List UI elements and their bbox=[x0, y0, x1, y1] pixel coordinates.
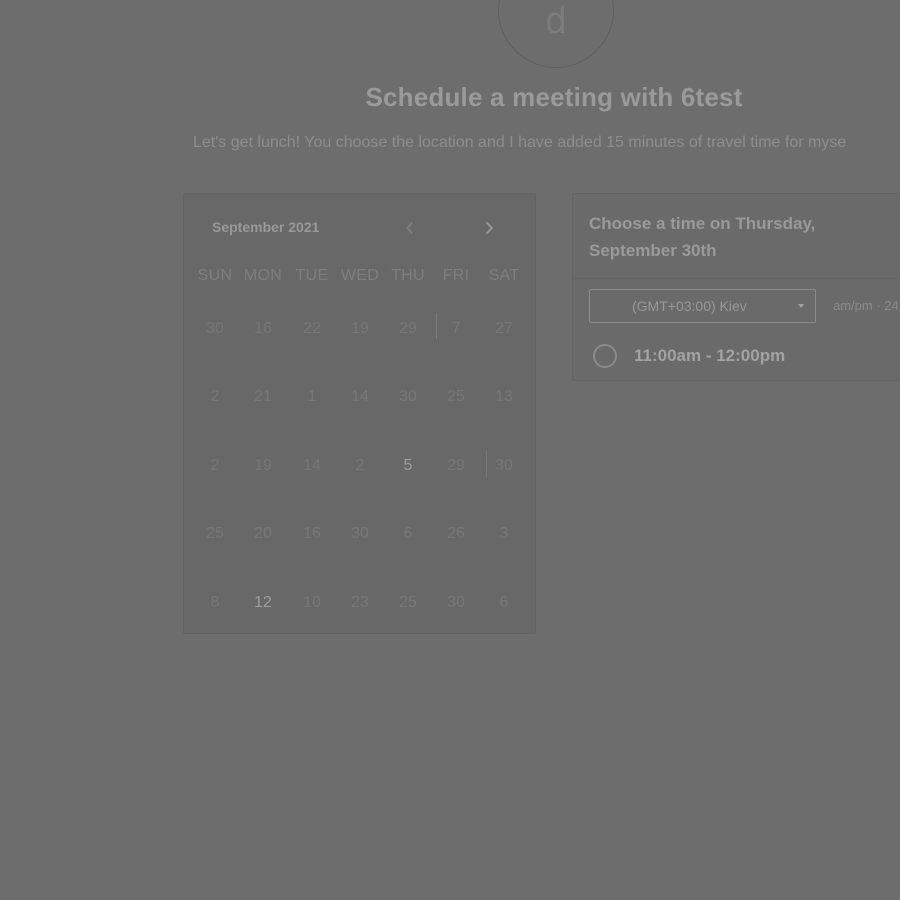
calendar-day[interactable]: 14 bbox=[290, 457, 334, 475]
page-description: Let's get lunch! You choose the location… bbox=[193, 134, 847, 151]
chevron-right-icon bbox=[486, 222, 493, 234]
calendar-day[interactable]: 27 bbox=[482, 320, 526, 338]
calendar-day[interactable]: 2 bbox=[338, 457, 382, 475]
calendar-day[interactable]: 7 bbox=[434, 320, 478, 338]
time-slot-label: 11:00am - 12:00pm bbox=[634, 346, 786, 365]
calendar-day[interactable]: 12 bbox=[241, 594, 285, 612]
avatar-letter: d bbox=[545, 0, 567, 42]
chevron-left-icon bbox=[406, 222, 413, 234]
calendar-day[interactable]: 30 bbox=[434, 594, 478, 612]
day-marker bbox=[436, 313, 437, 339]
calendar-day[interactable]: 30 bbox=[482, 457, 526, 475]
calendar-day[interactable]: 29 bbox=[386, 320, 430, 338]
timezone-select[interactable]: (GMT+03:00) Kiev bbox=[589, 289, 816, 323]
weekday-label: SUN bbox=[197, 267, 233, 284]
calendar-day[interactable]: 6 bbox=[482, 594, 526, 612]
calendar-day[interactable]: 29 bbox=[434, 457, 478, 475]
day-marker bbox=[486, 451, 487, 477]
calendar-day[interactable]: 6 bbox=[386, 525, 430, 543]
weekday-label: SAT bbox=[488, 267, 520, 284]
calendar-day[interactable]: 25 bbox=[386, 594, 430, 612]
calendar-day[interactable]: 14 bbox=[338, 388, 382, 406]
calendar-day[interactable]: 16 bbox=[290, 525, 334, 543]
calendar-day[interactable]: 2 bbox=[193, 388, 237, 406]
calendar-day[interactable]: 2 bbox=[193, 457, 237, 475]
calendar-day[interactable]: 19 bbox=[241, 457, 285, 475]
calendar-day[interactable]: 30 bbox=[193, 320, 237, 338]
calendar-day[interactable]: 8 bbox=[193, 594, 237, 612]
next-month-button[interactable] bbox=[477, 216, 501, 240]
calendar-day[interactable]: 30 bbox=[386, 388, 430, 406]
time-selection-heading: Choose a time on Thursday, September 30t… bbox=[589, 214, 816, 260]
calendar-day[interactable]: 25 bbox=[193, 525, 237, 543]
calendar-day[interactable]: 22 bbox=[290, 320, 334, 338]
calendar-day[interactable]: 3 bbox=[482, 525, 526, 543]
calendar-day[interactable]: 10 bbox=[290, 594, 334, 612]
calendar-day[interactable]: 26 bbox=[434, 525, 478, 543]
weekday-label: WED bbox=[340, 267, 380, 284]
page-title: Schedule a meeting with 6test bbox=[365, 82, 743, 112]
calendar-month-label: September 2021 bbox=[212, 219, 320, 235]
calendar-day[interactable]: 5 bbox=[386, 457, 430, 475]
weekday-label: THU bbox=[391, 267, 425, 284]
caret-down-icon bbox=[798, 304, 804, 308]
avatar: d bbox=[498, 0, 614, 68]
timezone-value: (GMT+03:00) Kiev bbox=[632, 298, 747, 314]
time-selection-panel: Choose a time on Thursday, September 30t… bbox=[572, 193, 900, 381]
calendar-panel: September 2021 SUN MON TUE WED THU FRI SAT 30 1… bbox=[183, 193, 536, 634]
weekday-label: TUE bbox=[295, 267, 329, 284]
weekday-label: MON bbox=[243, 267, 283, 284]
calendar-day[interactable]: 1 bbox=[290, 388, 334, 406]
panel-divider bbox=[573, 278, 900, 279]
calendar-day[interactable]: 23 bbox=[338, 594, 382, 612]
calendar-day[interactable]: 21 bbox=[241, 388, 285, 406]
radio-button[interactable] bbox=[593, 344, 617, 368]
calendar-day[interactable]: 19 bbox=[338, 320, 382, 338]
previous-month-button[interactable] bbox=[398, 216, 422, 240]
weekday-label: FRI bbox=[442, 267, 470, 284]
calendar-day[interactable]: 20 bbox=[241, 525, 285, 543]
calendar-day[interactable]: 16 bbox=[241, 320, 285, 338]
calendar-day[interactable]: 13 bbox=[482, 388, 526, 406]
calendar-day[interactable]: 25 bbox=[434, 388, 478, 406]
calendar-day[interactable]: 30 bbox=[338, 525, 382, 543]
time-format-toggle[interactable]: am/pm · 24 bbox=[833, 298, 899, 313]
